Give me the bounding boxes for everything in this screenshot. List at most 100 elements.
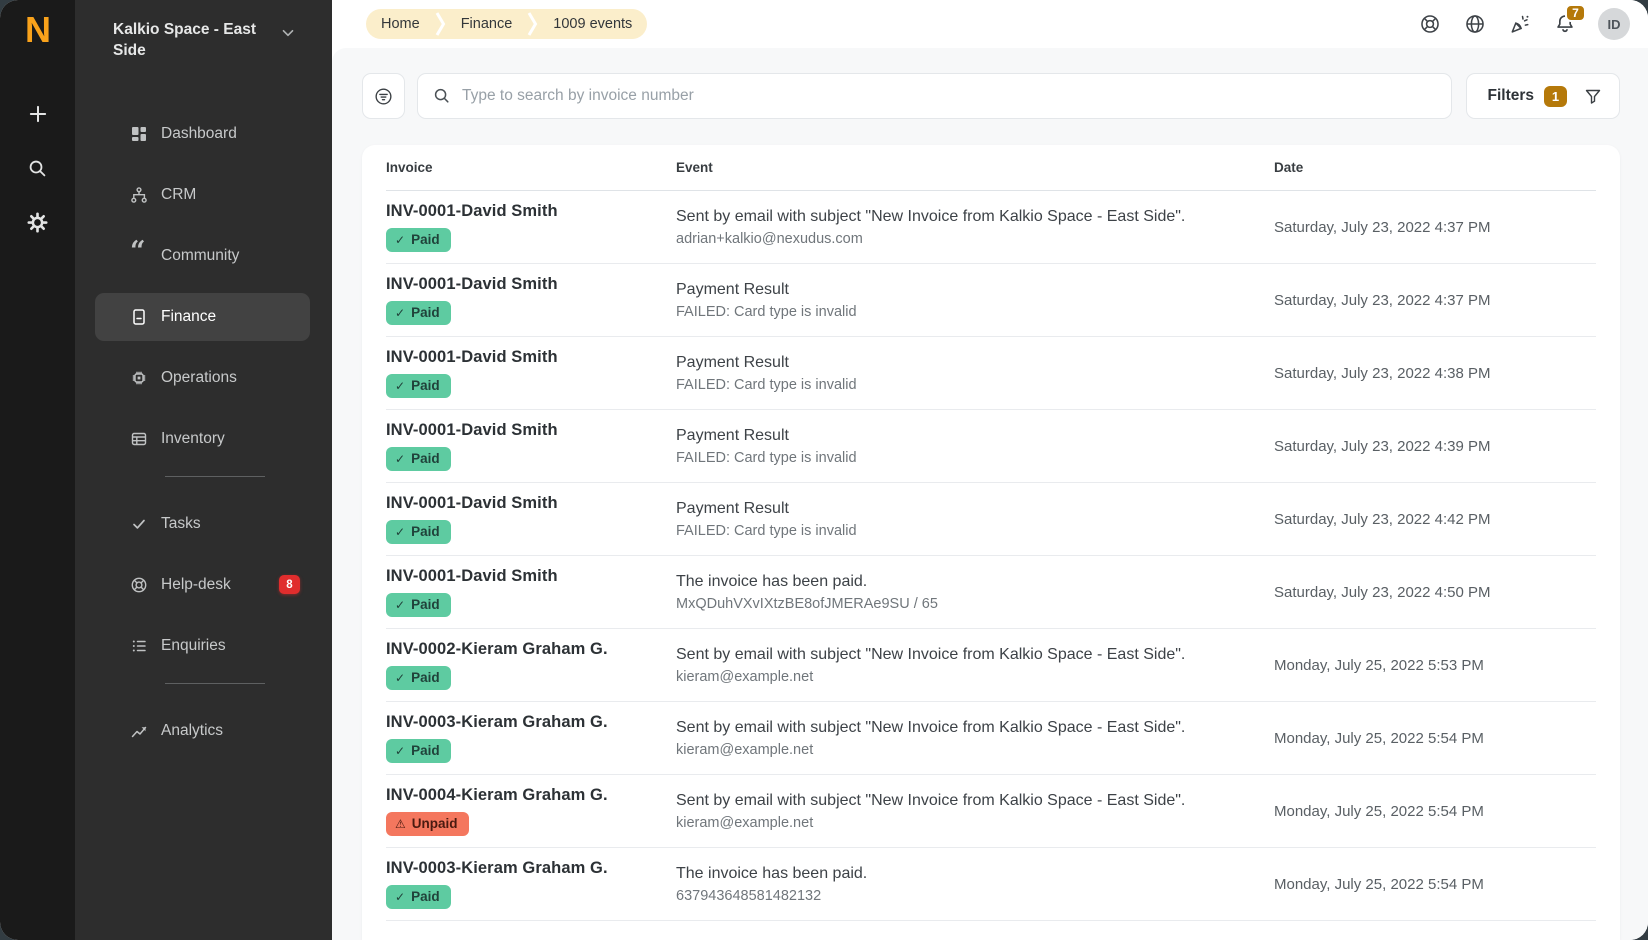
- sidebar-item-crm[interactable]: CRM: [95, 171, 310, 219]
- main-area: Home Finance 1009 events 7: [332, 0, 1648, 940]
- avatar[interactable]: ID: [1598, 8, 1630, 40]
- sidebar-item-community[interactable]: “ Community: [95, 232, 310, 280]
- event-detail: MxQDuhVXvIXtzBE8ofJMERAe9SU / 65: [676, 596, 1274, 612]
- table-header: Invoice Event Date: [386, 145, 1596, 191]
- sidebar-item-label: Inventory: [161, 430, 225, 448]
- nexudus-logo[interactable]: N: [25, 12, 50, 48]
- event-detail: kieram@example.net: [676, 815, 1274, 831]
- quotes-icon: “: [130, 247, 148, 265]
- table-row[interactable]: INV-0001-David Smith Paid The invoice ha…: [386, 556, 1596, 629]
- view-options-button[interactable]: [362, 73, 405, 119]
- list-icon: [130, 637, 148, 655]
- sidebar-item-label: Tasks: [161, 515, 201, 533]
- event-title: Sent by email with subject "New Invoice …: [676, 646, 1274, 664]
- check-icon: [395, 305, 405, 320]
- sidebar-item-dashboard[interactable]: Dashboard: [95, 110, 310, 158]
- sidebar-item-operations[interactable]: Operations: [95, 354, 310, 402]
- table-row[interactable]: INV-0004-Kieram Graham G. Unpaid Sent by…: [386, 775, 1596, 848]
- event-date: Saturday, July 23, 2022 4:38 PM: [1274, 365, 1596, 382]
- column-invoice: Invoice: [386, 160, 676, 175]
- event-title: Payment Result: [676, 354, 1274, 372]
- table-row[interactable]: INV-0001-David Smith Paid Payment Result…: [386, 483, 1596, 556]
- global-search-button[interactable]: [20, 150, 56, 186]
- sidebar: Kalkio Space - East Side Dashboard CRM “…: [75, 0, 332, 940]
- settings-button[interactable]: [20, 204, 56, 240]
- status-badge: Paid: [386, 739, 451, 763]
- invoice-title: INV-0003-Kieram Graham G.: [386, 713, 676, 732]
- invoice-title: INV-0001-David Smith: [386, 567, 676, 586]
- language-button[interactable]: [1463, 12, 1487, 36]
- event-title: The invoice has been paid.: [676, 573, 1274, 591]
- table-row[interactable]: INV-0001-David Smith Paid Payment Result…: [386, 410, 1596, 483]
- breadcrumb-finance[interactable]: Finance: [446, 9, 528, 39]
- search-icon: [27, 158, 48, 179]
- sidebar-item-analytics[interactable]: Analytics: [95, 707, 310, 755]
- sidebar-item-label: Help-desk: [161, 576, 231, 594]
- sidebar-item-finance[interactable]: Finance: [95, 293, 310, 341]
- invoice-title: INV-0001-David Smith: [386, 202, 676, 221]
- status-badge: Paid: [386, 593, 451, 617]
- status-badge: Paid: [386, 885, 451, 909]
- event-title: Sent by email with subject "New Invoice …: [676, 792, 1274, 810]
- table-row[interactable]: INV-0001-David Smith Paid Payment Result…: [386, 337, 1596, 410]
- column-event: Event: [676, 160, 1274, 175]
- table-row[interactable]: INV-0003-Kieram Graham G. Paid The invoi…: [386, 848, 1596, 921]
- workspace-switcher[interactable]: Kalkio Space - East Side: [75, 0, 332, 70]
- globe-icon: [1464, 13, 1486, 35]
- event-title: Payment Result: [676, 500, 1274, 518]
- sidebar-item-helpdesk[interactable]: Help-desk 8: [95, 561, 310, 609]
- event-detail: FAILED: Card type is invalid: [676, 450, 1274, 466]
- status-label: Paid: [411, 232, 440, 247]
- filters-button[interactable]: Filters 1: [1466, 73, 1620, 119]
- event-date: Monday, July 25, 2022 5:53 PM: [1274, 657, 1596, 674]
- event-date: Saturday, July 23, 2022 4:50 PM: [1274, 584, 1596, 601]
- table-icon: [130, 430, 148, 448]
- chip-icon: [130, 369, 148, 387]
- workspace-name: Kalkio Space - East Side: [113, 20, 271, 62]
- warning-icon: [395, 816, 406, 831]
- sidebar-item-label: Community: [161, 247, 239, 265]
- status-label: Paid: [411, 451, 440, 466]
- sidebar-item-label: Operations: [161, 369, 237, 387]
- table-row[interactable]: INV-0001-David Smith Paid Payment Result…: [386, 264, 1596, 337]
- check-icon: [395, 378, 405, 393]
- event-title: Payment Result: [676, 281, 1274, 299]
- add-button[interactable]: [20, 96, 56, 132]
- sidebar-item-inventory[interactable]: Inventory: [95, 415, 310, 463]
- search-icon: [432, 86, 452, 106]
- lifebuoy-icon: [1419, 13, 1441, 35]
- toolbar: Filters 1: [362, 73, 1620, 119]
- sidebar-item-tasks[interactable]: Tasks: [95, 500, 310, 548]
- table-row[interactable]: INV-0003-Kieram Graham G. Paid Sent by e…: [386, 702, 1596, 775]
- sidebar-item-label: Enquiries: [161, 637, 226, 655]
- sidebar-item-enquiries[interactable]: Enquiries: [95, 622, 310, 670]
- document-icon: [130, 308, 148, 326]
- search-box: [417, 73, 1452, 119]
- sidebar-divider: [165, 683, 265, 684]
- table-row[interactable]: INV-0002-Kieram Graham G. Paid Sent by e…: [386, 629, 1596, 702]
- sidebar-item-label: CRM: [161, 186, 196, 204]
- event-detail: adrian+kalkio@nexudus.com: [676, 231, 1274, 247]
- search-input[interactable]: [462, 87, 1437, 105]
- event-detail: FAILED: Card type is invalid: [676, 377, 1274, 393]
- check-icon: [395, 889, 405, 904]
- gear-icon: [27, 212, 48, 233]
- help-button[interactable]: [1418, 12, 1442, 36]
- notifications-button[interactable]: 7: [1553, 12, 1577, 36]
- breadcrumb-home[interactable]: Home: [366, 9, 435, 39]
- breadcrumb-events[interactable]: 1009 events: [538, 9, 647, 39]
- event-detail: kieram@example.net: [676, 742, 1274, 758]
- chart-icon: [130, 722, 148, 740]
- event-title: Payment Result: [676, 427, 1274, 445]
- plus-icon: [27, 103, 49, 125]
- table-row[interactable]: INV-0001-David Smith Paid Sent by email …: [386, 191, 1596, 264]
- filter-circle-icon: [373, 86, 394, 107]
- app-rail: N: [0, 0, 75, 940]
- whats-new-button[interactable]: [1508, 12, 1532, 36]
- invoice-title: INV-0001-David Smith: [386, 275, 676, 294]
- event-detail: FAILED: Card type is invalid: [676, 523, 1274, 539]
- status-badge: Paid: [386, 666, 451, 690]
- breadcrumb-separator: [435, 9, 446, 39]
- status-label: Paid: [411, 524, 440, 539]
- breadcrumb: Home Finance 1009 events: [366, 9, 647, 39]
